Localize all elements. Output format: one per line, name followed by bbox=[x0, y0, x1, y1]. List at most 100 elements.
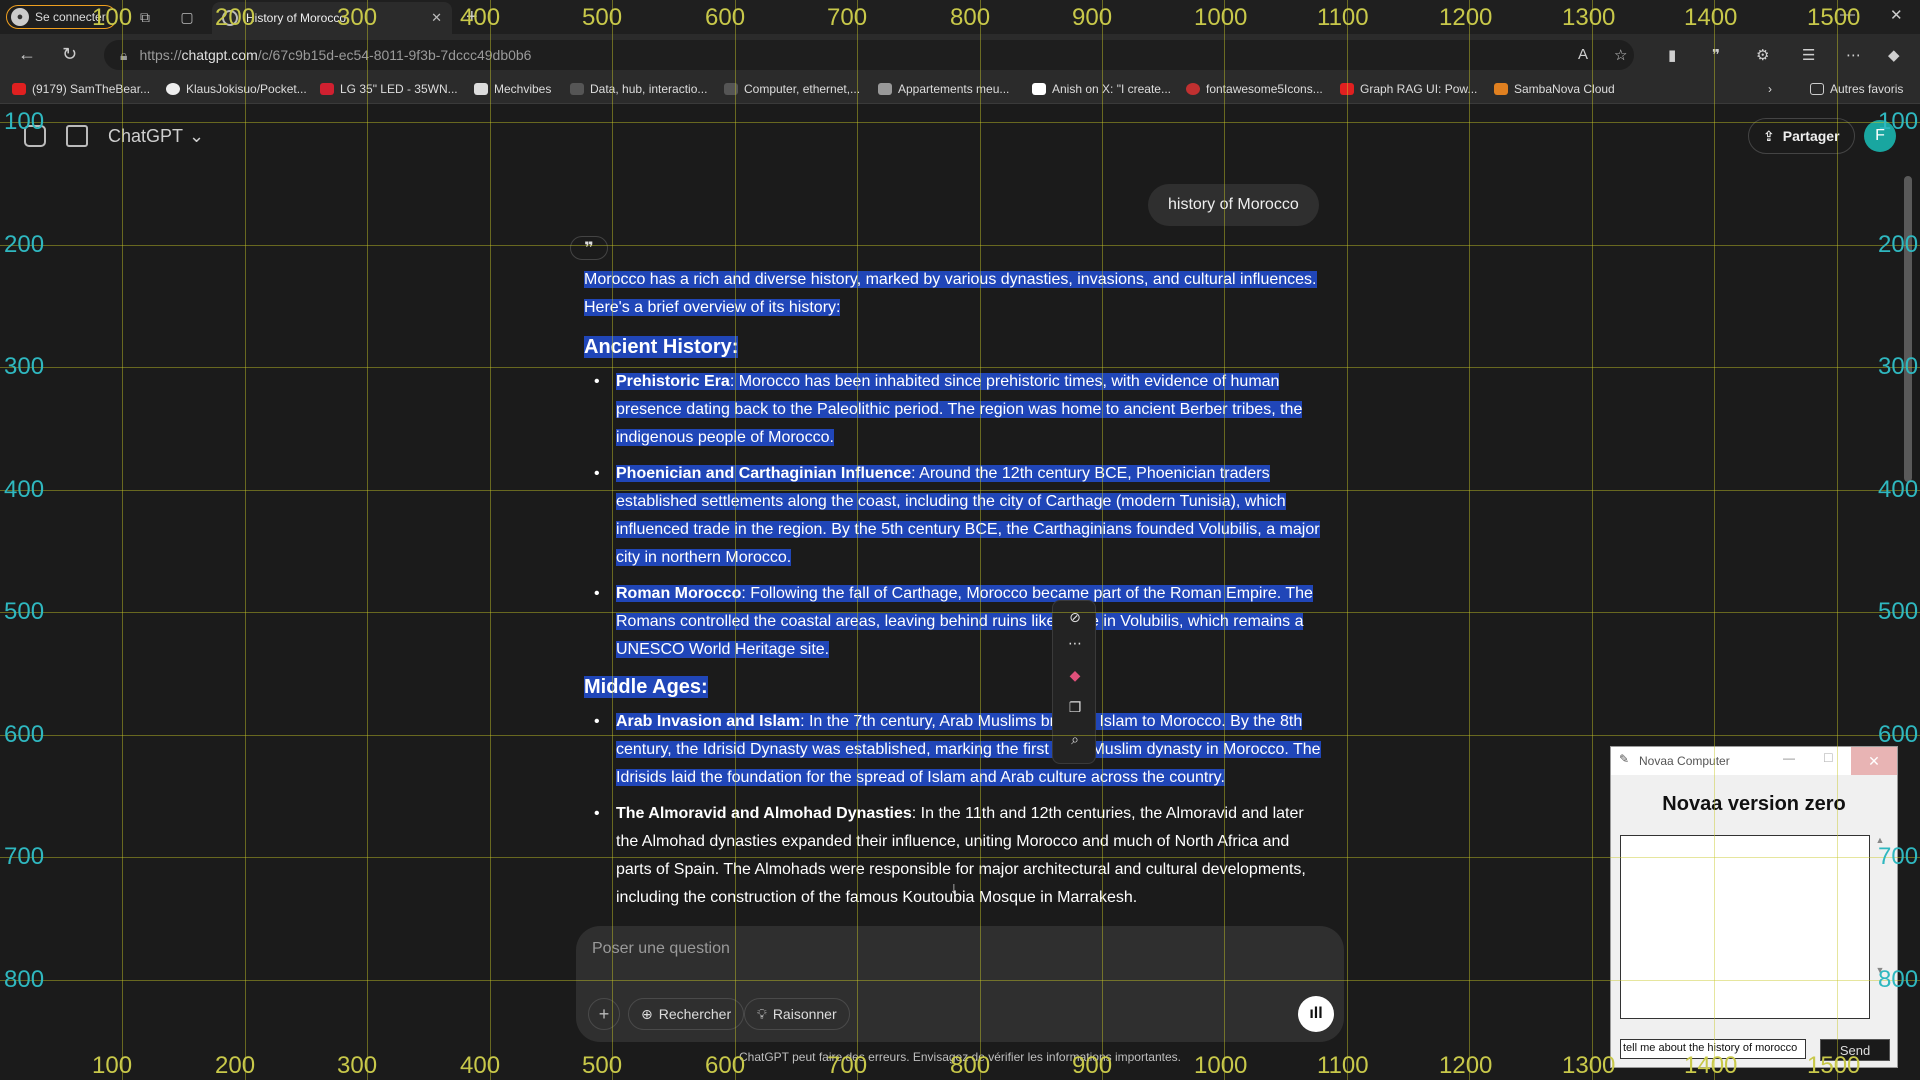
grid-label-left: 300 bbox=[4, 353, 45, 380]
address-bar[interactable]: 🔒︎ https://chatgpt.com/c/67c9b15d-ec54-8… bbox=[104, 40, 1634, 70]
bookmark-item[interactable]: (9179) SamTheBear... bbox=[12, 82, 150, 96]
grid-line-horizontal bbox=[0, 245, 1920, 246]
minimize-icon[interactable]: — bbox=[1783, 751, 1795, 765]
profile-label: Se connecter bbox=[35, 10, 106, 24]
close-icon[interactable]: ✕ bbox=[1851, 747, 1897, 775]
avatar[interactable]: F bbox=[1864, 120, 1896, 152]
bookmark-item[interactable]: Data, hub, interactio... bbox=[570, 82, 707, 96]
bookmark-item[interactable]: Anish on X: "I create... bbox=[1032, 82, 1171, 96]
close-tab-icon[interactable]: ✕ bbox=[431, 10, 442, 26]
search-label: Rechercher bbox=[658, 1006, 732, 1022]
novaa-scrollbar[interactable]: ▲ ▼ bbox=[1873, 835, 1887, 1019]
sidebar-toggle-icon[interactable] bbox=[24, 125, 46, 147]
new-tab-icon[interactable]: + bbox=[466, 6, 478, 29]
list-item: Arab Invasion and Islam: In the 7th cent… bbox=[594, 708, 1324, 792]
novaa-titlebar: ✎ Novaa Computer — ☐ ✕ bbox=[1611, 747, 1897, 775]
copy-icon[interactable]: ❐ bbox=[1053, 699, 1097, 716]
quote-extension-icon[interactable]: ❞ bbox=[1712, 46, 1720, 64]
maximize-icon[interactable]: ☐ bbox=[1823, 751, 1834, 765]
close-window-icon[interactable]: ✕ bbox=[1890, 6, 1903, 24]
favorite-star-icon[interactable]: ☆ bbox=[1614, 46, 1627, 64]
more-icon[interactable]: ⋯ bbox=[1053, 635, 1097, 652]
disclaimer: ChatGPT peut faire des erreurs. Envisage… bbox=[739, 1050, 1181, 1064]
grid-label-left: 800 bbox=[4, 966, 45, 993]
hide-icon[interactable]: ⊘ bbox=[1053, 609, 1097, 626]
profile-button[interactable]: ● Se connecter bbox=[6, 5, 117, 29]
bookmark-item[interactable]: fontawesome5Icons... bbox=[1186, 82, 1323, 96]
profile-icon: ● bbox=[11, 8, 29, 26]
grid-label-bottom: 1300 bbox=[1562, 1052, 1616, 1079]
attach-plus-icon[interactable]: + bbox=[588, 998, 620, 1030]
grid-label-bottom: 1200 bbox=[1439, 1052, 1493, 1079]
grid-line-vertical bbox=[1592, 0, 1593, 1080]
bookmark-item[interactable]: Mechvibes bbox=[474, 82, 551, 96]
selection-toolbar: ⊘ ⋯ ◆ ❐ ⌕ bbox=[1052, 600, 1096, 764]
share-button[interactable]: ⇪ Partager bbox=[1748, 118, 1855, 154]
bookmark-item[interactable]: Computer, ethernet,... bbox=[724, 82, 860, 96]
copilot-icon[interactable]: ◆ bbox=[1888, 46, 1900, 64]
lg-icon bbox=[320, 83, 334, 95]
sambanova-icon bbox=[1494, 83, 1508, 95]
novaa-window: ✎ Novaa Computer — ☐ ✕ Novaa version zer… bbox=[1610, 746, 1898, 1068]
list-item: Roman Morocco: Following the fall of Car… bbox=[594, 580, 1324, 664]
page-scrollbar[interactable] bbox=[1904, 176, 1912, 482]
tab-actions-icon[interactable]: ▢ bbox=[178, 8, 196, 26]
back-icon[interactable]: ← bbox=[18, 44, 36, 65]
minimize-window-icon[interactable]: — bbox=[1840, 6, 1855, 23]
reload-icon[interactable]: ↻ bbox=[62, 44, 77, 65]
address-row: ← ↻ 🔒︎ https://chatgpt.com/c/67c9b15d-ec… bbox=[0, 34, 1920, 76]
quote-icon[interactable]: ❞ bbox=[570, 236, 608, 260]
data-hub-icon bbox=[570, 83, 584, 95]
extensions-puzzle-icon[interactable]: ⚙ bbox=[1756, 46, 1769, 64]
novaa-heading: Novaa version zero bbox=[1662, 793, 1846, 815]
more-options-icon[interactable]: ⋯ bbox=[1846, 46, 1861, 64]
grid-label-right: 500 bbox=[1878, 598, 1919, 625]
novaa-input[interactable]: tell me about the history of morocco bbox=[1620, 1039, 1806, 1059]
favorites-list-icon[interactable]: ☰ bbox=[1802, 46, 1815, 64]
voice-mode-icon[interactable]: ıll bbox=[1298, 996, 1334, 1032]
mechvibes-icon bbox=[474, 83, 488, 95]
chevron-down-icon: ⌄ bbox=[189, 126, 205, 146]
new-chat-icon[interactable] bbox=[66, 125, 88, 147]
other-favorites-folder[interactable]: Autres favoris bbox=[1810, 82, 1903, 96]
grid-label-left: 700 bbox=[4, 843, 45, 870]
search-icon[interactable]: ⌕ bbox=[1053, 731, 1097, 748]
workspaces-icon[interactable]: ⧉ bbox=[136, 8, 154, 26]
grid-label-bottom: 400 bbox=[460, 1052, 501, 1079]
chevron-right-icon[interactable]: › bbox=[1768, 82, 1772, 96]
bookmark-item[interactable]: LG 35" LED - 35WN... bbox=[320, 82, 458, 96]
answer-intro: Morocco has a rich and diverse history, … bbox=[584, 271, 1317, 316]
folder-icon bbox=[1810, 83, 1824, 95]
copilot-icon[interactable]: ◆ bbox=[1053, 667, 1097, 684]
extension-icon[interactable]: ▮ bbox=[1668, 46, 1676, 64]
bookmarks-bar: (9179) SamTheBear... KlausJokisuo/Pocket… bbox=[0, 76, 1920, 104]
bookmark-item[interactable]: SambaNova Cloud bbox=[1494, 82, 1615, 96]
bookmark-item[interactable]: Graph RAG UI: Pow... bbox=[1340, 82, 1477, 96]
question-input[interactable]: Poser une question bbox=[592, 940, 730, 958]
x-twitter-icon bbox=[1032, 83, 1046, 95]
youtube-icon bbox=[1340, 83, 1354, 95]
grid-line-vertical bbox=[1347, 0, 1348, 1080]
grid-label-bottom: 100 bbox=[92, 1052, 133, 1079]
apartments-icon bbox=[878, 83, 892, 95]
reason-label: Raisonner bbox=[772, 1006, 837, 1022]
scroll-down-arrow-icon[interactable]: ↓ bbox=[950, 880, 958, 898]
app-title: ChatGPT bbox=[108, 126, 184, 146]
tab-active[interactable]: History of Morocco ✕ bbox=[212, 2, 452, 34]
list-item: Prehistoric Era: Morocco has been inhabi… bbox=[594, 368, 1324, 452]
send-button[interactable]: Send bbox=[1820, 1039, 1890, 1061]
url-text: https://chatgpt.com/c/67c9b15d-ec54-8011… bbox=[139, 47, 532, 63]
read-aloud-icon[interactable]: A bbox=[1578, 46, 1588, 63]
bookmark-item[interactable]: KlausJokisuo/Pocket... bbox=[166, 82, 307, 96]
youtube-icon bbox=[12, 83, 26, 95]
search-button[interactable]: ⊕ Rechercher bbox=[628, 998, 745, 1030]
grid-line-vertical bbox=[122, 0, 123, 1080]
assistant-answer: Morocco has a rich and diverse history, … bbox=[584, 266, 1324, 928]
bookmark-item[interactable]: Appartements meu... bbox=[878, 82, 1009, 96]
grid-label-left: 500 bbox=[4, 598, 45, 625]
list-item: The Almoravid and Almohad Dynasties: In … bbox=[594, 800, 1324, 912]
novaa-output-area[interactable] bbox=[1620, 835, 1870, 1019]
model-selector[interactable]: ChatGPT ⌄ bbox=[108, 126, 204, 147]
novaa-window-title: Novaa Computer bbox=[1639, 754, 1730, 768]
reason-button[interactable]: 💡︎ Raisonner bbox=[744, 998, 850, 1030]
